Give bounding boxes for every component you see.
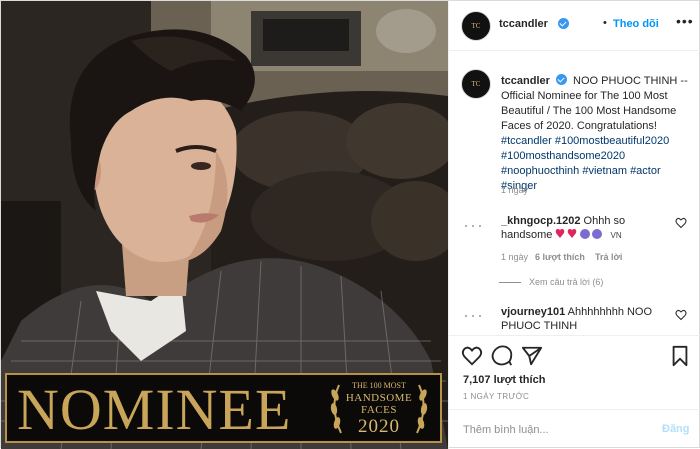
avatar-logo-text: TC	[471, 80, 481, 88]
bookmark-icon[interactable]	[669, 345, 691, 367]
view-replies-button[interactable]: Xem câu trả lời (6)	[499, 277, 603, 287]
caption-username[interactable]: tccandler	[501, 75, 550, 87]
seal-line-2: HANDSOME	[345, 392, 413, 404]
award-seal-logo: THE 100 MOST HANDSOME FACES 2020	[325, 377, 433, 439]
seal-line-3: FACES	[361, 404, 397, 416]
comment-username[interactable]: _khngocp.1202	[501, 215, 580, 227]
hashtag[interactable]: #100mosthandsome2020	[501, 150, 625, 162]
post-date[interactable]: 1 NGÀY TRƯỚC	[463, 392, 529, 401]
send-icon[interactable]	[521, 345, 543, 367]
reply-button[interactable]: Trả lời	[595, 252, 622, 262]
commenter-avatar[interactable]	[461, 301, 491, 331]
comment-like-heart-icon[interactable]	[675, 217, 687, 229]
seal-year: 2020	[358, 416, 400, 437]
comment-username[interactable]: vjourney101	[501, 306, 565, 318]
post-comment-button[interactable]: Đăng	[662, 423, 690, 435]
post-details-panel: TC tccandler • Theo dõi ••• TC tccandler…	[448, 1, 700, 449]
commenter-avatar[interactable]	[461, 211, 491, 241]
avatar-logo-text: TC	[471, 22, 481, 30]
comment-1: _khngocp.1202 Ohhh so handsome VN	[501, 214, 671, 243]
hashtag[interactable]: #tccandler	[501, 135, 552, 147]
verified-badge-icon	[555, 74, 567, 85]
heart-icon[interactable]	[461, 345, 483, 367]
comment-like-heart-icon[interactable]	[675, 309, 687, 321]
nominee-text: NOMINEE	[17, 377, 292, 442]
post-header: TC tccandler • Theo dõi •••	[449, 1, 700, 51]
caption-time[interactable]: 1 ngày	[501, 185, 528, 195]
like-count[interactable]: 7,107 lượt thích	[463, 374, 545, 386]
header-avatar[interactable]: TC	[461, 11, 491, 41]
seal-line-1: THE 100 MOST	[352, 381, 406, 390]
comment-likes[interactable]: 6 lượt thích	[535, 252, 585, 262]
add-comment-bar: Đăng	[449, 409, 700, 449]
comment-2: vjourney101 Ahhhhhhhh NOO PHUOC THINH	[501, 305, 671, 333]
instagram-post: NOMINEE THE 100 MOST HANDSOME FACES 2020…	[0, 0, 700, 449]
comment-time[interactable]: 1 ngày	[501, 252, 528, 262]
hashtag[interactable]: #noophuocthinh	[501, 165, 579, 177]
verified-badge-icon	[558, 18, 569, 29]
caption: tccandler NOO PHUOC THINH -- Official No…	[501, 73, 691, 194]
more-horizontal-icon[interactable]: •••	[676, 13, 694, 29]
heart-emoji-icon	[556, 229, 603, 239]
comment-icon[interactable]	[491, 345, 513, 367]
nominee-banner: NOMINEE THE 100 MOST HANDSOME FACES 2020	[5, 373, 442, 443]
header-username[interactable]: tccandler	[499, 18, 548, 30]
flag-emoji: VN	[610, 231, 622, 240]
post-photo[interactable]: NOMINEE THE 100 MOST HANDSOME FACES 2020	[1, 1, 448, 449]
hashtag[interactable]: #100mostbeautiful2020	[555, 135, 669, 147]
hashtag[interactable]: #actor	[630, 165, 661, 177]
comment-input[interactable]	[463, 420, 638, 440]
caption-avatar[interactable]: TC	[461, 69, 491, 99]
separator-dot: •	[603, 17, 607, 29]
follow-button[interactable]: Theo dõi	[613, 18, 659, 30]
hashtag[interactable]: #vietnam	[582, 165, 627, 177]
